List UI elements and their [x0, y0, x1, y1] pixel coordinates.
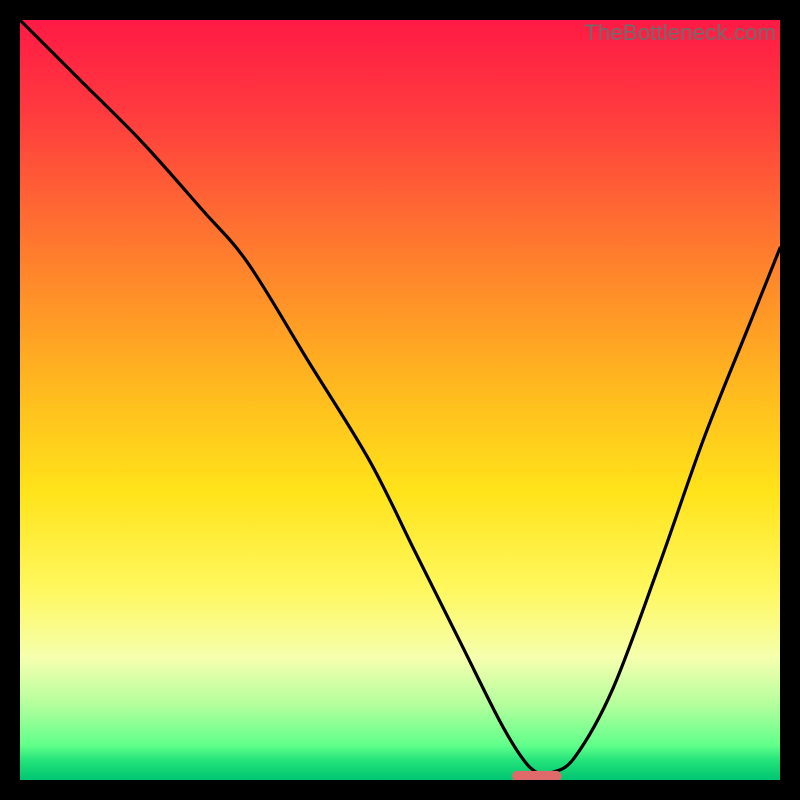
chart-svg: [20, 20, 780, 780]
chart-frame: TheBottleneck.com: [20, 20, 780, 780]
watermark-text: TheBottleneck.com: [584, 20, 776, 46]
optimal-marker: [512, 771, 561, 780]
